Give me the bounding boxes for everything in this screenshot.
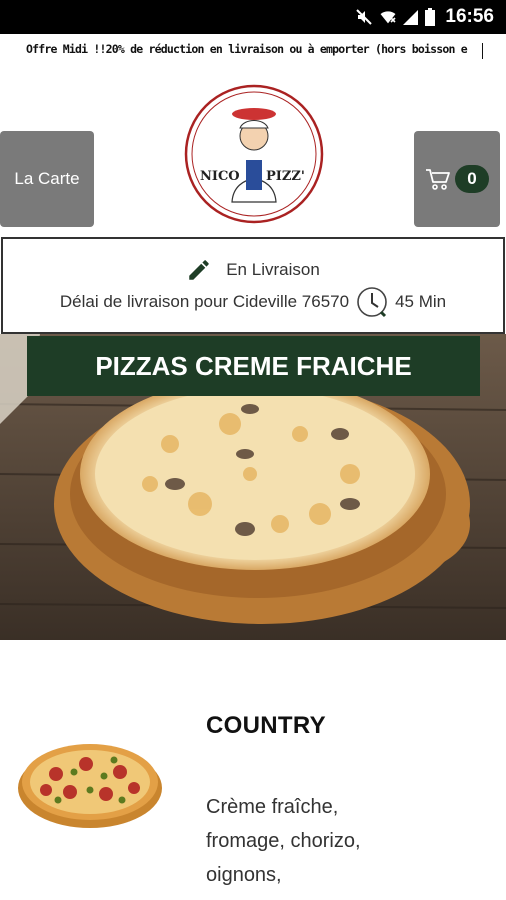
delivery-mode-label: En Livraison bbox=[226, 260, 320, 279]
clock: 16:56 bbox=[445, 6, 494, 27]
promo-ticker: Offre Midi !!20% de réduction en livrais… bbox=[0, 34, 506, 66]
menu-button[interactable]: La Carte bbox=[0, 131, 94, 227]
battery-icon bbox=[425, 8, 436, 26]
promo-ticker-text: Offre Midi !!20% de réduction en livrais… bbox=[26, 42, 468, 56]
clock-icon bbox=[357, 287, 387, 318]
product-image[interactable] bbox=[16, 736, 164, 832]
delivery-info-text: Délai de livraison pour Cideville 76570 bbox=[59, 292, 350, 311]
delivery-info-box[interactable]: En Livraison Délai de livraison pour Cid… bbox=[1, 237, 505, 334]
product-item[interactable]: COUNTRY Crème fraîche, fromage, chorizo,… bbox=[0, 640, 506, 900]
cart-count-badge: 0 bbox=[455, 165, 489, 193]
product-name: COUNTRY bbox=[206, 712, 326, 739]
logo-text-right: PIZZ' bbox=[266, 169, 305, 184]
status-bar: 16:56 bbox=[0, 0, 506, 34]
cart-button[interactable]: 0 bbox=[414, 131, 500, 227]
edit-pencil-icon[interactable] bbox=[186, 257, 212, 283]
brand-logo[interactable]: NICO PIZZ' bbox=[184, 84, 324, 224]
category-title: PIZZAS CREME FRAICHE bbox=[95, 350, 412, 381]
cart-icon bbox=[426, 169, 450, 190]
category-title-banner: PIZZAS CREME FRAICHE bbox=[27, 336, 480, 396]
mute-icon bbox=[356, 9, 373, 25]
logo-text-left: NICO bbox=[200, 169, 240, 184]
wifi-icon bbox=[379, 10, 397, 25]
delivery-time-label: 45 Min bbox=[395, 292, 447, 311]
ticker-caret bbox=[482, 43, 483, 59]
signal-icon bbox=[403, 10, 419, 25]
delivery-time-row: Délai de livraison pour Cideville 76570 … bbox=[3, 285, 503, 319]
menu-button-label: La Carte bbox=[14, 169, 80, 188]
product-description: Crème fraîche, fromage, chorizo, oignons… bbox=[206, 796, 361, 886]
status-icons: 16:56 bbox=[355, 6, 494, 28]
delivery-mode-row[interactable]: En Livraison bbox=[3, 257, 503, 283]
